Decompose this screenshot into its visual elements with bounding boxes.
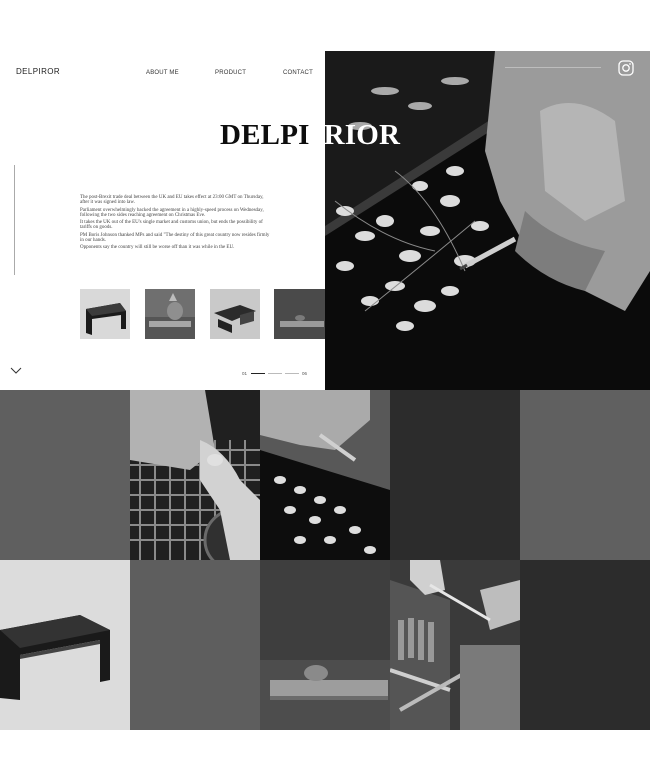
gallery-tile-tools[interactable] xyxy=(390,560,520,730)
hero-title-right: RIOR xyxy=(323,119,401,151)
gallery-grid xyxy=(0,390,650,730)
hero-paragraph: The post-Brexit trade deal between the U… xyxy=(80,195,264,206)
gallery-tile-gray xyxy=(130,560,260,730)
decorative-line xyxy=(505,67,601,68)
chevron-down-icon[interactable] xyxy=(10,367,22,375)
thumbnail-board[interactable] xyxy=(274,289,325,339)
nav-about-link[interactable]: ABOUT ME xyxy=(146,70,179,76)
pager-indicator-active[interactable] xyxy=(251,373,265,374)
hero-body-text: The post-Brexit trade deal between the U… xyxy=(80,195,270,253)
pager-current: 01 xyxy=(242,371,248,376)
pager-indicator[interactable] xyxy=(268,373,282,374)
hero-section: DELPIROR ABOUT ME PRODUCT CONTACT The po… xyxy=(0,51,650,390)
pager-total: 06 xyxy=(302,371,308,376)
hero-left-panel: DELPIROR ABOUT ME PRODUCT CONTACT The po… xyxy=(0,51,325,390)
gallery-tile-gray xyxy=(0,390,130,560)
gallery-tile-dark xyxy=(390,390,520,560)
pager-indicator[interactable] xyxy=(285,373,299,374)
site-logo[interactable]: DELPIROR xyxy=(16,67,60,76)
gallery-tile-weaving[interactable] xyxy=(130,390,260,560)
gallery-tile-lacquer[interactable] xyxy=(260,390,390,560)
gallery-tile-board[interactable] xyxy=(260,560,390,730)
nav-product-link[interactable]: PRODUCT xyxy=(215,70,246,76)
thumbnail-low-table[interactable] xyxy=(210,289,260,339)
nav-contact-link[interactable]: CONTACT xyxy=(283,70,313,76)
gallery-tile-stool[interactable] xyxy=(0,560,130,730)
hero-paragraph: Opponents say the country will still be … xyxy=(80,245,235,251)
thumbnail-stool[interactable] xyxy=(80,289,130,339)
gallery-tile-dark xyxy=(520,560,650,730)
gallery-tile-gray xyxy=(520,390,650,560)
vertical-divider xyxy=(14,165,15,275)
hero-image-craftsman xyxy=(325,51,650,390)
hero-title: DELPI RIOR xyxy=(220,121,400,150)
instagram-icon[interactable] xyxy=(618,60,634,76)
hero-paragraph: It takes the UK out of the EU's single m… xyxy=(80,220,263,231)
thumbnail-tray[interactable] xyxy=(145,289,195,339)
hero-paragraph: Parliament overwhelmingly backed the agr… xyxy=(80,207,264,218)
hero-title-left: DELPI xyxy=(220,119,310,151)
hero-paragraph: PM Boris Johnson thanked MPs and said "T… xyxy=(80,232,270,244)
